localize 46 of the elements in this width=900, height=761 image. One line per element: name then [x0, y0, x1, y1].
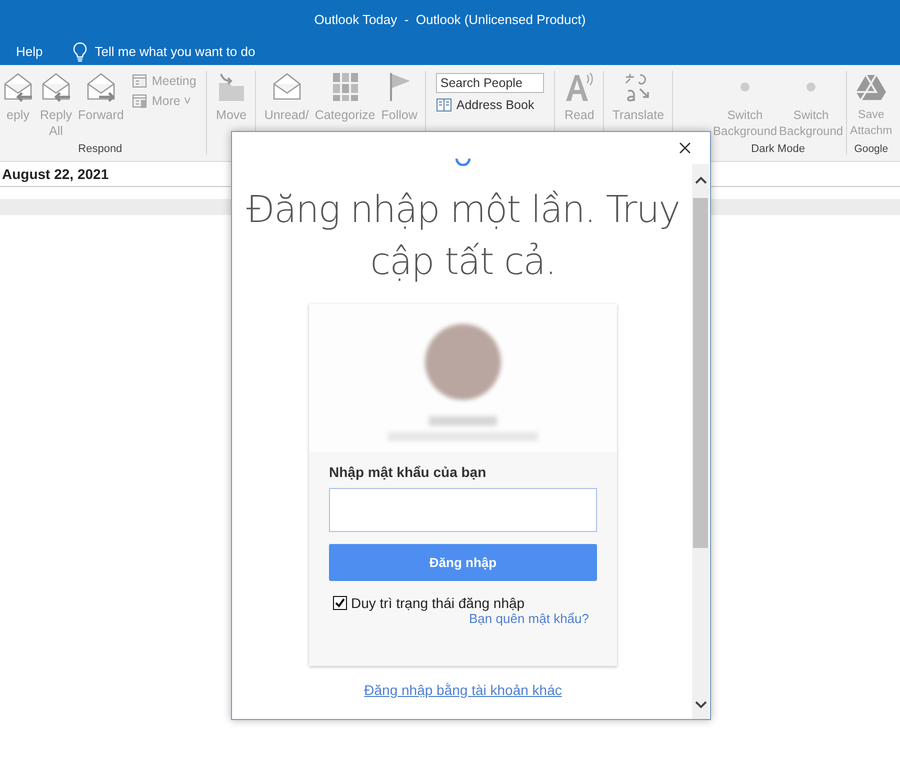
ribbon-button[interactable]: Meeting [132, 73, 196, 89]
dialog-heading: Đăng nhập một lần. Truy cập tất cả. [245, 187, 681, 285]
reply-all-icon [40, 71, 72, 103]
ribbon-group-label: Dark Mode [750, 143, 806, 155]
calendar-icon [132, 73, 148, 89]
address-book-button[interactable]: Address Book [436, 97, 544, 113]
lightbulb-icon [72, 42, 87, 62]
more-icon [132, 93, 148, 109]
scroll-up-icon[interactable] [694, 176, 706, 184]
ribbon-button[interactable]: Switch Background [779, 71, 844, 143]
ribbon-group-label: Respond [77, 143, 124, 155]
scroll-down-icon[interactable] [694, 701, 706, 709]
close-icon[interactable] [679, 142, 691, 154]
forgot-password-link[interactable]: Bạn quên mật khẩu? [469, 611, 589, 626]
ribbon-button[interactable]: eply [0, 71, 36, 143]
password-field[interactable] [329, 488, 597, 532]
ribbon-button[interactable]: Forward [76, 71, 126, 143]
search-people-field[interactable]: Search People [436, 73, 544, 93]
blurred-name [429, 416, 497, 426]
ribbon-button[interactable]: Save Attachm [850, 71, 892, 143]
password-label: Nhập mật khẩu của bạn [329, 464, 488, 480]
loading-spinner-icon [455, 156, 471, 166]
address-book-icon [436, 97, 452, 113]
menu-tab[interactable]: Help [8, 40, 51, 63]
ribbon-button[interactable]: Follow [379, 71, 420, 155]
dot-icon [806, 82, 816, 92]
remember-label: Duy trì trạng thái đăng nhập [351, 595, 525, 611]
ribbon-button[interactable]: More ˅ [132, 93, 196, 109]
tell-me-search[interactable]: Tell me what you want to do [94, 44, 256, 59]
sign-in-button[interactable]: Đăng nhập [329, 544, 597, 581]
forward-icon [84, 71, 117, 103]
checkbox[interactable] [333, 596, 347, 610]
dot-icon [740, 82, 750, 92]
ribbon-button[interactable]: Switch Background [713, 71, 778, 143]
window-title: Outlook Today - Outlook (Unlicensed Product) [314, 12, 586, 26]
ribbon-group-label: Google [853, 143, 890, 155]
ribbon-button[interactable]: Translate [610, 71, 666, 155]
ribbon-button[interactable]: Reply All [38, 71, 74, 143]
date-heading: August 22, 2021 [2, 166, 109, 182]
ribbon-button[interactable]: Move [213, 71, 250, 155]
scrollbar[interactable] [692, 164, 709, 719]
read-aloud-icon [563, 71, 596, 103]
ribbon-button[interactable]: Categorize [312, 71, 378, 155]
ribbon-button[interactable]: Unread/ [262, 71, 311, 155]
other-account-link[interactable]: Đăng nhập bằng tài khoản khác [364, 682, 562, 698]
ribbon-button[interactable]: Read [561, 71, 598, 155]
